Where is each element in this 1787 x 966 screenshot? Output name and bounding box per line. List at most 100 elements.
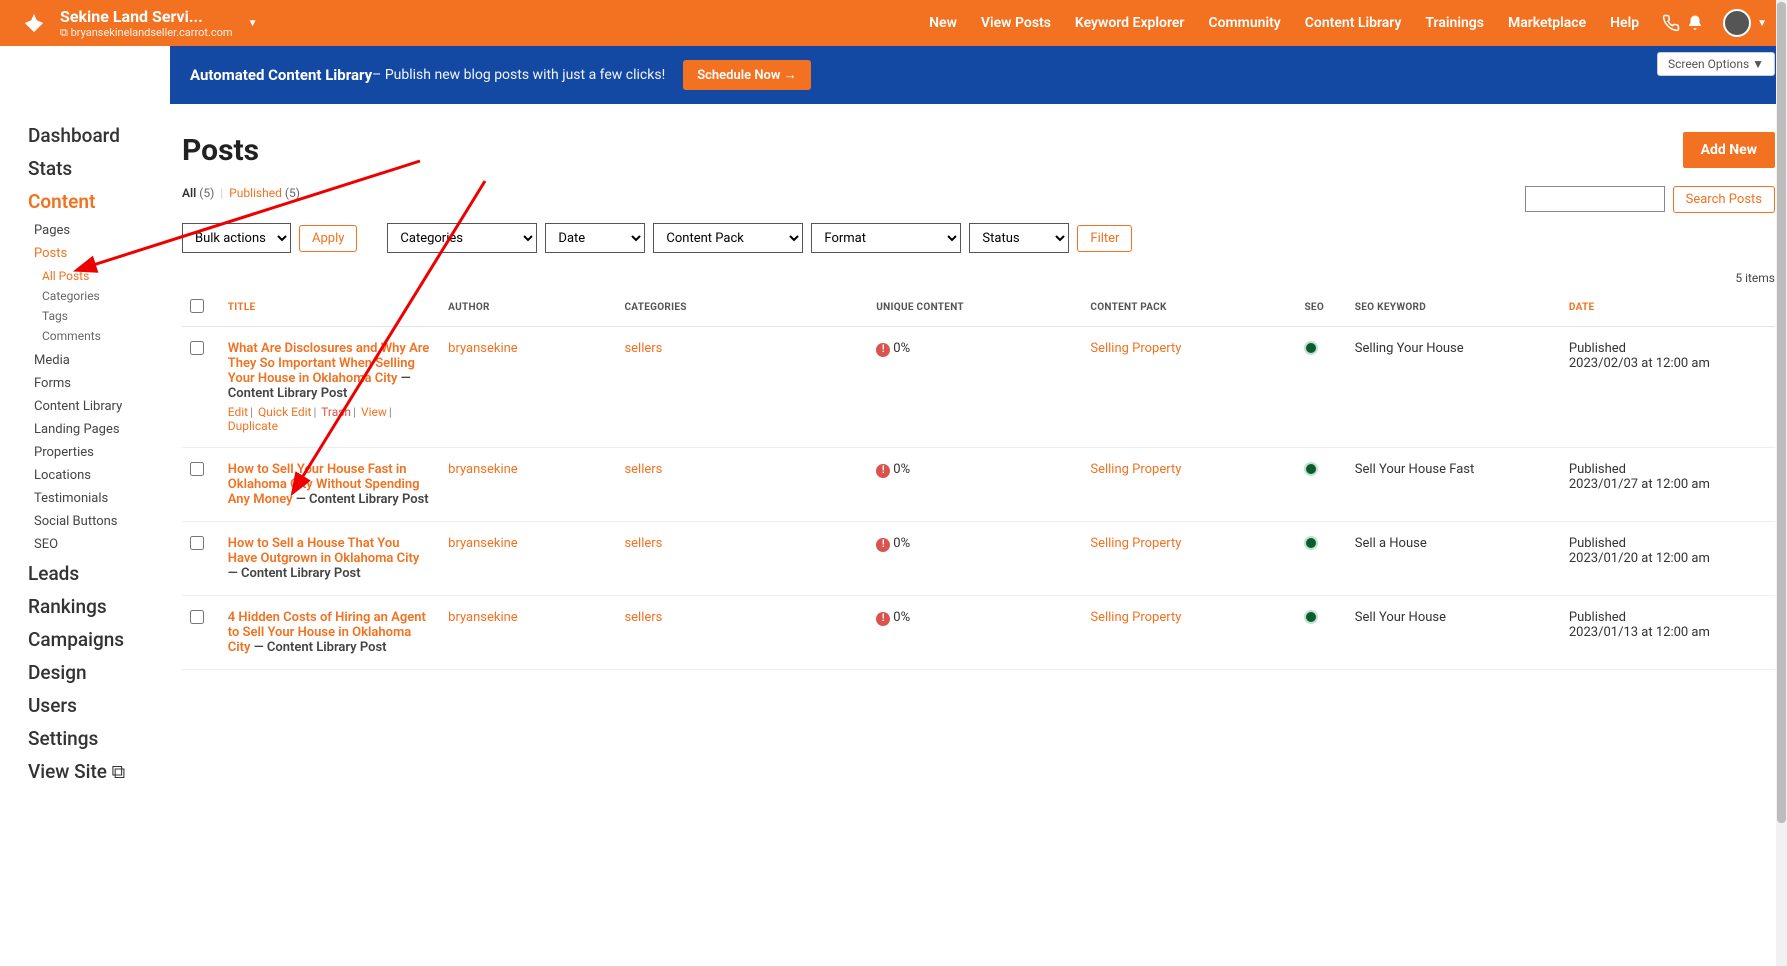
row-checkbox[interactable] (190, 610, 204, 624)
nav-content-library[interactable]: Content Library (34, 399, 170, 414)
nav-settings[interactable]: Settings (28, 727, 170, 750)
site-switcher[interactable]: Sekine Land Servi... ⧉ bryansekinelandse… (60, 7, 233, 39)
user-avatar[interactable] (1723, 9, 1751, 37)
top-menu-help[interactable]: Help (1610, 15, 1639, 31)
posts-table: Title Author Categories Unique Content C… (182, 289, 1775, 670)
nav-view-site[interactable]: View Site ⧉ (28, 760, 170, 783)
top-menu-trainings[interactable]: Trainings (1425, 15, 1484, 31)
category-link[interactable]: sellers (624, 462, 662, 477)
nav-properties[interactable]: Properties (34, 445, 170, 460)
unique-content-value: 0% (893, 536, 910, 551)
top-menu-community[interactable]: Community (1208, 15, 1280, 31)
content-pack-link[interactable]: Selling Property (1090, 536, 1181, 551)
user-menu-caret-icon[interactable]: ▼ (1757, 18, 1767, 29)
nav-categories[interactable]: Categories (42, 289, 170, 303)
nav-users[interactable]: Users (28, 694, 170, 717)
seo-keyword: Selling Your House (1347, 327, 1561, 448)
date-time: 2023/01/13 at 12:00 am (1569, 625, 1710, 640)
carrot-logo-icon[interactable] (20, 9, 48, 37)
nav-seo[interactable]: SEO (34, 537, 170, 552)
row-checkbox[interactable] (190, 341, 204, 355)
table-row: How to Sell Your House Fast in Oklahoma … (182, 448, 1775, 522)
top-menu-keyword-explorer[interactable]: Keyword Explorer (1075, 15, 1185, 31)
site-switcher-caret-icon[interactable]: ▼ (248, 18, 258, 29)
nav-posts[interactable]: Posts (34, 246, 170, 261)
page-title: Posts (182, 133, 1683, 168)
nav-all-posts[interactable]: All Posts (42, 269, 170, 283)
format-filter[interactable]: Format (811, 223, 961, 253)
row-quick-edit[interactable]: Quick Edit (258, 405, 311, 419)
search-posts-button[interactable]: Search Posts (1673, 186, 1775, 213)
categories-filter[interactable]: Categories (387, 223, 537, 253)
table-row: 4 Hidden Costs of Hiring an Agent to Sel… (182, 596, 1775, 670)
nav-dashboard[interactable]: Dashboard (28, 124, 170, 147)
select-all-checkbox[interactable] (190, 299, 204, 313)
unique-content-value: 0% (893, 341, 910, 356)
main-content: Posts Add New All (5) | Published (5) Se… (170, 104, 1787, 813)
nav-forms[interactable]: Forms (34, 376, 170, 391)
col-seo: SEO (1296, 289, 1346, 327)
row-checkbox[interactable] (190, 462, 204, 476)
nav-content[interactable]: Content (28, 190, 170, 213)
row-checkbox[interactable] (190, 536, 204, 550)
date-filter[interactable]: Date (545, 223, 645, 253)
nav-landing-pages[interactable]: Landing Pages (34, 422, 170, 437)
screen-options-button[interactable]: Screen Options ▼ (1657, 52, 1775, 76)
add-new-button[interactable]: Add New (1683, 132, 1775, 168)
filter-button[interactable]: Filter (1077, 225, 1132, 252)
col-title[interactable]: Title (220, 289, 440, 327)
table-row: How to Sell a House That You Have Outgro… (182, 522, 1775, 596)
tab-all[interactable]: All (5) (182, 186, 214, 200)
nav-rankings[interactable]: Rankings (28, 595, 170, 618)
bulk-actions-select[interactable]: Bulk actions (182, 223, 291, 253)
nav-testimonials[interactable]: Testimonials (34, 491, 170, 506)
top-menu-marketplace[interactable]: Marketplace (1508, 15, 1586, 31)
bell-icon[interactable] (1683, 11, 1707, 35)
row-edit[interactable]: Edit (228, 405, 248, 419)
nav-media[interactable]: Media (34, 353, 170, 368)
vertical-scrollbar[interactable] (1776, 0, 1787, 966)
post-title-link[interactable]: How to Sell a House That You Have Outgro… (228, 536, 420, 566)
nav-pages[interactable]: Pages (34, 223, 170, 238)
row-trash[interactable]: Trash (321, 405, 351, 419)
nav-comments[interactable]: Comments (42, 329, 170, 343)
col-author: Author (440, 289, 616, 327)
post-title-suffix: — Content Library Post (250, 640, 386, 655)
content-pack-link[interactable]: Selling Property (1090, 462, 1181, 477)
tab-published[interactable]: Published (5) (229, 186, 300, 200)
row-view[interactable]: View (361, 405, 387, 419)
apply-button[interactable]: Apply (299, 225, 357, 252)
row-duplicate[interactable]: Duplicate (228, 419, 278, 433)
content-pack-filter[interactable]: Content Pack (653, 223, 803, 253)
nav-stats[interactable]: Stats (28, 157, 170, 180)
nav-locations[interactable]: Locations (34, 468, 170, 483)
seo-keyword: Sell a House (1347, 522, 1561, 596)
search-input[interactable] (1525, 186, 1665, 212)
nav-design[interactable]: Design (28, 661, 170, 684)
sidebar-nav: Dashboard Stats Content Pages Posts All … (0, 104, 170, 813)
category-link[interactable]: sellers (624, 536, 662, 551)
top-menu-content-library[interactable]: Content Library (1305, 15, 1402, 31)
category-link[interactable]: sellers (624, 341, 662, 356)
author-link[interactable]: bryansekine (448, 610, 518, 625)
status-filter[interactable]: Status (969, 223, 1069, 253)
nav-campaigns[interactable]: Campaigns (28, 628, 170, 651)
author-link[interactable]: bryansekine (448, 462, 518, 477)
alert-icon: ! (876, 538, 890, 552)
nav-leads[interactable]: Leads (28, 562, 170, 585)
category-link[interactable]: sellers (624, 610, 662, 625)
schedule-now-button[interactable]: Schedule Now → (683, 60, 811, 90)
author-link[interactable]: bryansekine (448, 536, 518, 551)
col-seo-keyword: SEO Keyword (1347, 289, 1561, 327)
alert-icon: ! (876, 464, 890, 478)
nav-social-buttons[interactable]: Social Buttons (34, 514, 170, 529)
site-url: ⧉ bryansekinelandseller.carrot.com (60, 26, 233, 39)
top-menu-new[interactable]: New (929, 15, 957, 31)
phone-icon[interactable] (1659, 11, 1683, 35)
col-date[interactable]: Date (1561, 289, 1775, 327)
author-link[interactable]: bryansekine (448, 341, 518, 356)
nav-tags[interactable]: Tags (42, 309, 170, 323)
content-pack-link[interactable]: Selling Property (1090, 610, 1181, 625)
top-menu-view-posts[interactable]: View Posts (981, 15, 1051, 31)
content-pack-link[interactable]: Selling Property (1090, 341, 1181, 356)
